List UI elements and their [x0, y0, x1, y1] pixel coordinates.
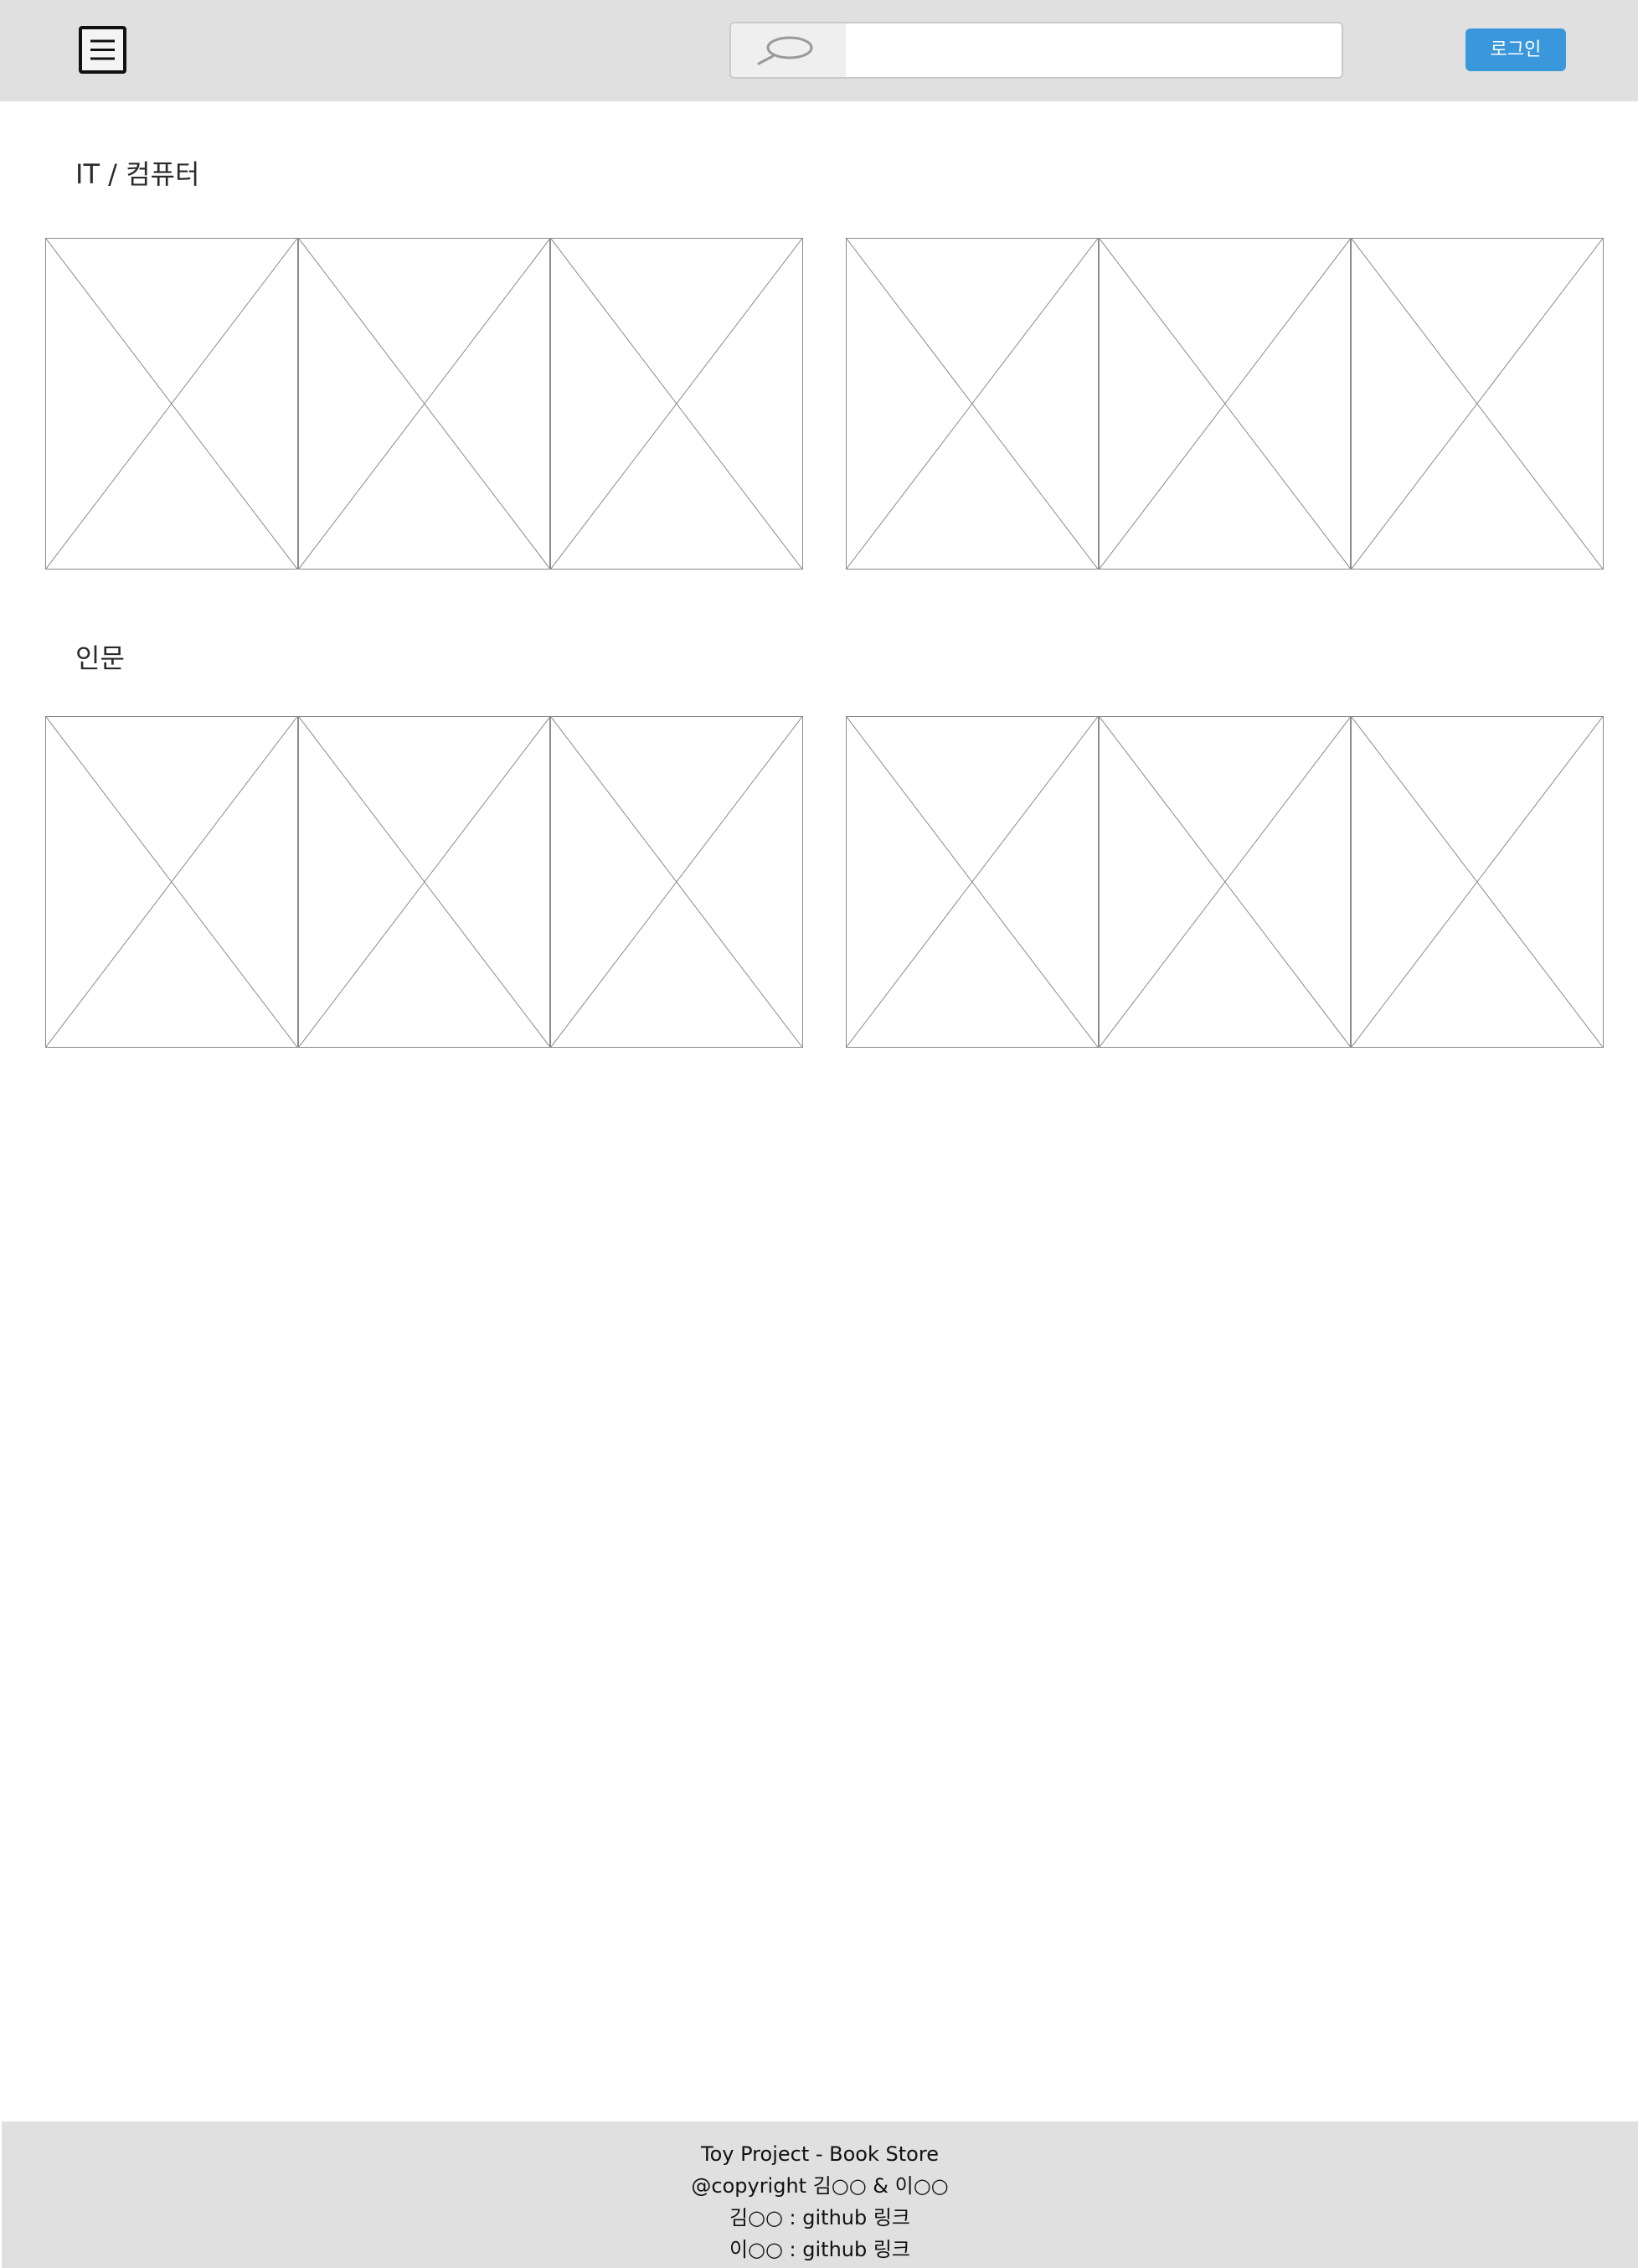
- book-group: [45, 716, 804, 1048]
- book-image-placeholder[interactable]: [297, 238, 551, 570]
- image-placeholder-icon: [1352, 239, 1603, 569]
- image-placeholder-icon: [299, 239, 550, 569]
- image-placeholder-icon: [1100, 717, 1351, 1047]
- image-placeholder-icon: [1352, 717, 1603, 1047]
- book-image-placeholder[interactable]: [45, 716, 298, 1048]
- book-group: [846, 238, 1605, 570]
- footer-project-title: Toy Project - Book Store: [701, 2142, 939, 2166]
- book-image-placeholder[interactable]: [846, 238, 1099, 570]
- book-image-placeholder[interactable]: [297, 716, 551, 1048]
- book-group: [846, 716, 1605, 1048]
- image-placeholder-icon: [46, 717, 297, 1047]
- footer-copyright: @copyright 김○○ & 이○○: [691, 2174, 949, 2198]
- top-navigation-bar: 로그인: [0, 0, 1638, 101]
- search-bar: [729, 22, 1343, 79]
- page-footer: Toy Project - Book Store @copyright 김○○ …: [2, 2121, 1638, 2268]
- image-placeholder-icon: [299, 717, 550, 1047]
- image-placeholder-icon: [46, 239, 297, 569]
- section-title-humanities: 인문: [75, 642, 125, 674]
- footer-github-link-1[interactable]: 김○○ : github 링크: [2, 2202, 1638, 2234]
- footer-github-link-2[interactable]: 이○○ : github 링크: [2, 2234, 1638, 2265]
- book-image-placeholder[interactable]: [550, 716, 804, 1048]
- hamburger-menu-icon: [90, 39, 115, 60]
- book-image-placeholder[interactable]: [45, 238, 298, 570]
- book-group: [45, 238, 804, 570]
- image-placeholder-icon: [847, 239, 1098, 569]
- login-button[interactable]: 로그인: [1465, 28, 1566, 71]
- book-image-placeholder[interactable]: [1351, 716, 1605, 1048]
- search-input[interactable]: [846, 23, 1342, 77]
- book-image-placeholder[interactable]: [1098, 238, 1352, 570]
- book-image-placeholder[interactable]: [550, 238, 804, 570]
- section-title-it-computer: IT / 컴퓨터: [75, 158, 200, 190]
- image-placeholder-icon: [1100, 239, 1351, 569]
- magnifier-icon: [757, 36, 813, 65]
- search-button[interactable]: [731, 23, 846, 77]
- image-placeholder-icon: [551, 717, 802, 1047]
- book-image-placeholder[interactable]: [846, 716, 1099, 1048]
- book-image-placeholder[interactable]: [1098, 716, 1352, 1048]
- image-placeholder-icon: [847, 717, 1098, 1047]
- book-image-placeholder[interactable]: [1351, 238, 1605, 570]
- image-placeholder-icon: [551, 239, 802, 569]
- hamburger-menu-button[interactable]: [79, 26, 126, 74]
